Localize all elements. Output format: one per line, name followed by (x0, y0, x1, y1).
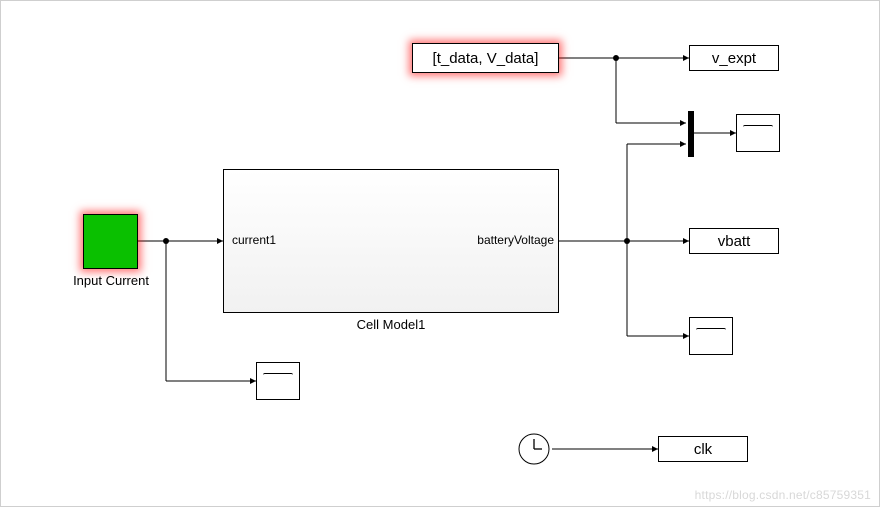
clk-text: clk (694, 441, 712, 458)
scope-vbatt-block[interactable] (689, 317, 733, 355)
cell-model-out1-label: batteryVoltage (468, 233, 554, 247)
vbatt-block[interactable]: vbatt (689, 228, 779, 254)
vbatt-text: vbatt (718, 233, 751, 250)
scope-merged-screen-icon (743, 125, 773, 145)
scope-merged-block[interactable] (736, 114, 780, 152)
watermark-text: https://blog.csdn.net/c85759351 (695, 488, 871, 502)
cell-model-in1-label: current1 (232, 233, 276, 247)
cell-model-label: Cell Model1 (223, 317, 559, 332)
input-current-label: Input Current (56, 273, 166, 288)
v-expt-text: v_expt (712, 50, 756, 67)
from-workspace-text: [t_data, V_data] (433, 50, 539, 67)
scope-input-screen-icon (263, 373, 293, 393)
scope-vbatt-screen-icon (696, 328, 726, 348)
mux-block[interactable] (688, 111, 694, 157)
from-workspace-block[interactable]: [t_data, V_data] (412, 43, 559, 73)
input-current-block[interactable] (83, 214, 138, 269)
diagram-canvas: Input Current [t_data, V_data] current1 … (0, 0, 880, 507)
v-expt-block[interactable]: v_expt (689, 45, 779, 71)
clk-block[interactable]: clk (658, 436, 748, 462)
scope-input-block[interactable] (256, 362, 300, 400)
clock-block[interactable] (516, 431, 552, 467)
